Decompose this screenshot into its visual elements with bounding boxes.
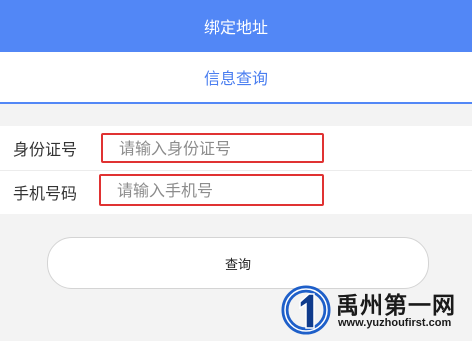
- watermark: 禹州第一网 www.yuzhoufirst.com: [278, 280, 472, 336]
- watermark-url: www.yuzhoufirst.com: [338, 317, 452, 329]
- watermark-title: 禹州第一网: [336, 293, 456, 319]
- tab-info-query[interactable]: 信息查询: [204, 65, 268, 89]
- app-header: 绑定地址: [0, 0, 472, 52]
- id-card-label: 身份证号: [13, 140, 78, 159]
- phone-label: 手机号码: [13, 184, 78, 203]
- id-card-row: 身份证号: [0, 126, 472, 171]
- header-title: 绑定地址: [203, 18, 268, 37]
- query-form: 身份证号 手机号码: [0, 126, 472, 214]
- phone-input[interactable]: [99, 174, 324, 206]
- id-card-input[interactable]: [101, 133, 324, 163]
- phone-row: 手机号码: [0, 170, 472, 214]
- tab-bar: 信息查询: [0, 52, 472, 104]
- query-button-label: 查询: [224, 257, 251, 273]
- blue-number-one-logo-icon: [281, 285, 331, 335]
